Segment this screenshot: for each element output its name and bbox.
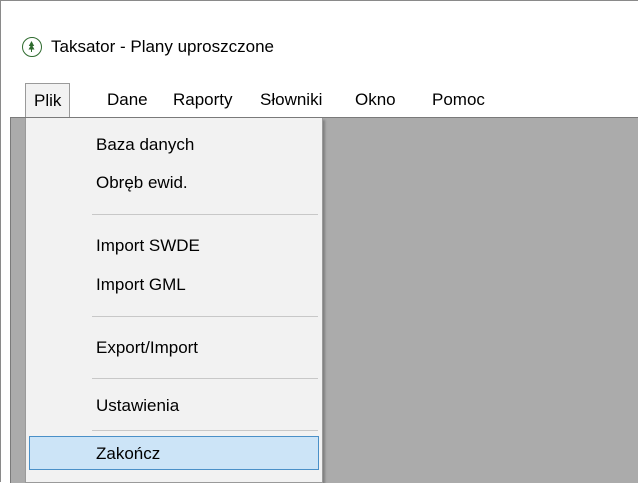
- menu-item-label: Export/Import: [96, 338, 199, 357]
- file-menu-dropdown: Baza danych Obręb ewid. Import SWDE Impo…: [25, 118, 323, 483]
- title-bar: Taksator - Plany uproszczone: [1, 1, 638, 77]
- window-title: Taksator - Plany uproszczone: [51, 37, 274, 56]
- menu-item-label: Ustawienia: [96, 396, 180, 415]
- menu-item-import-gml[interactable]: Import GML: [29, 268, 319, 302]
- menu-plik[interactable]: Plik: [25, 83, 71, 119]
- menu-bar: Plik Dane Raporty Słowniki Okno Pomoc: [1, 83, 638, 119]
- menu-item-import-swde[interactable]: Import SWDE: [29, 229, 319, 263]
- menu-item-zakoncz[interactable]: Zakończ: [29, 436, 319, 470]
- menu-item-ustawienia[interactable]: Ustawienia: [29, 389, 319, 423]
- menu-item-label: Zakończ: [96, 444, 161, 463]
- menu-separator: [92, 214, 318, 215]
- menu-slowniki[interactable]: Słowniki: [252, 83, 330, 116]
- menu-item-label: Import SWDE: [96, 236, 200, 255]
- menu-dane[interactable]: Dane: [99, 83, 156, 116]
- menu-item-label: Obręb ewid.: [96, 173, 188, 192]
- menu-item-label: Import GML: [96, 275, 186, 294]
- menu-item-obreb-ewid[interactable]: Obręb ewid.: [29, 166, 319, 200]
- menu-separator: [92, 378, 318, 379]
- menu-raporty[interactable]: Raporty: [165, 83, 241, 116]
- menu-separator: [92, 316, 318, 317]
- menu-separator: [92, 430, 318, 431]
- tree-logo-icon[interactable]: [22, 37, 42, 57]
- menu-pomoc[interactable]: Pomoc: [424, 83, 493, 116]
- menu-item-baza-danych[interactable]: Baza danych: [29, 128, 319, 162]
- menu-okno[interactable]: Okno: [347, 83, 404, 116]
- menu-item-export-import[interactable]: Export/Import: [29, 331, 319, 365]
- app-window: Taksator - Plany uproszczone Plik Dane R…: [0, 0, 638, 483]
- menu-item-label: Baza danych: [96, 135, 195, 154]
